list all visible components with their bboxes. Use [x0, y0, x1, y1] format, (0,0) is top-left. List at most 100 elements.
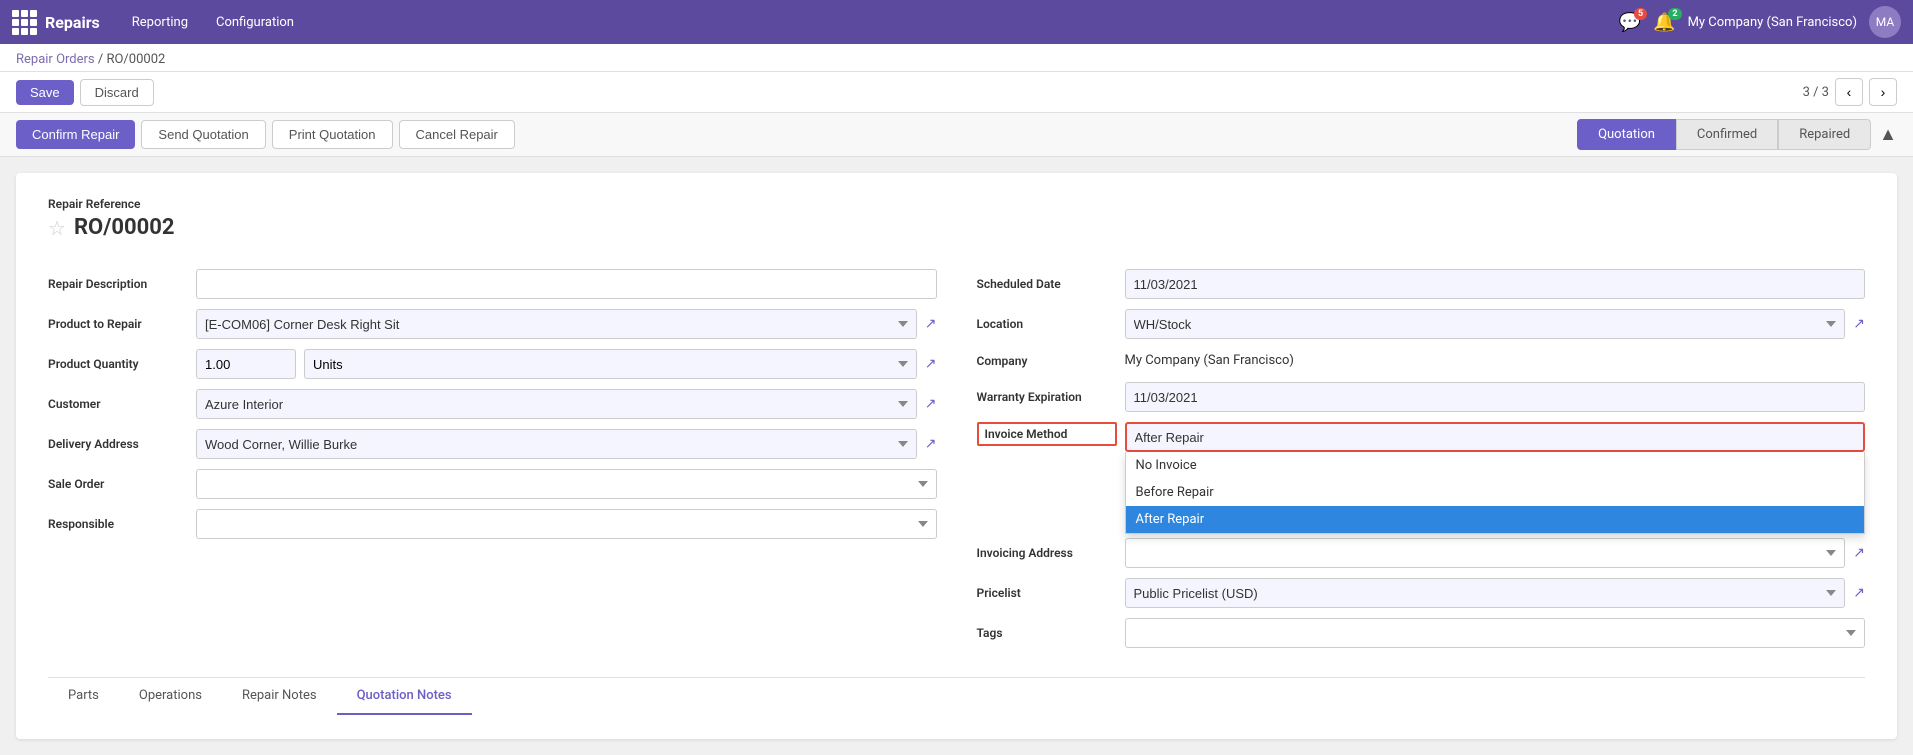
breadcrumb: Repair Orders / RO/00002: [16, 52, 1897, 67]
location-row: Location WH/Stock ↗: [977, 304, 1866, 344]
avatar-initials: MA: [1876, 15, 1894, 29]
print-quotation-button[interactable]: Print Quotation: [272, 120, 393, 149]
invoice-option-before-repair[interactable]: Before Repair: [1126, 479, 1865, 506]
company-name: My Company (San Francisco): [1688, 15, 1857, 30]
repair-reference-title: ☆ RO/00002: [48, 215, 1865, 240]
avatar[interactable]: MA: [1869, 6, 1901, 38]
pricelist-row: Pricelist Public Pricelist (USD) ↗: [977, 573, 1866, 613]
customer-label: Customer: [48, 397, 188, 411]
location-label: Location: [977, 317, 1117, 331]
scheduled-date-input[interactable]: [1125, 269, 1866, 299]
send-quotation-button[interactable]: Send Quotation: [141, 120, 265, 149]
favorite-star-icon[interactable]: ☆: [48, 216, 66, 240]
status-step-confirmed[interactable]: Confirmed: [1676, 119, 1778, 150]
pagination-next[interactable]: ›: [1869, 78, 1897, 106]
invoicing-address-external-link-icon[interactable]: ↗: [1853, 545, 1865, 561]
invoice-option-after-repair[interactable]: After Repair: [1126, 506, 1865, 533]
status-step-quotation[interactable]: Quotation: [1577, 119, 1676, 150]
status-steps: Quotation Confirmed Repaired ▲: [1577, 119, 1897, 150]
form-left-column: Repair Description Product to Repair [E-…: [48, 264, 937, 653]
app-brand[interactable]: Repairs: [12, 10, 100, 35]
form-right-column: Scheduled Date Location WH/Stock ↗ Compa…: [977, 264, 1866, 653]
navbar-menu: Reporting Configuration: [120, 9, 306, 36]
scroll-up-icon[interactable]: ▲: [1879, 124, 1897, 145]
breadcrumb-current: RO/00002: [106, 52, 165, 67]
confirm-repair-button[interactable]: Confirm Repair: [16, 120, 135, 149]
scheduled-date-row: Scheduled Date: [977, 264, 1866, 304]
responsible-label: Responsible: [48, 517, 188, 531]
tags-select[interactable]: [1125, 618, 1866, 648]
messages-badge: 2: [1668, 8, 1681, 20]
tab-repair-notes[interactable]: Repair Notes: [222, 678, 337, 715]
invoicing-address-row: Invoicing Address ↗: [977, 533, 1866, 573]
product-unit-select[interactable]: Units: [304, 349, 917, 379]
invoice-method-wrapper: After Repair No Invoice Before Repair Af…: [1125, 422, 1866, 452]
sale-order-row: Sale Order: [48, 464, 937, 504]
product-to-repair-select[interactable]: [E-COM06] Corner Desk Right Sit: [196, 309, 917, 339]
invoicing-address-select[interactable]: [1125, 538, 1846, 568]
repair-description-input[interactable]: [196, 269, 937, 299]
tab-parts[interactable]: Parts: [48, 678, 119, 715]
grid-icon: [12, 10, 37, 35]
delivery-address-select[interactable]: Wood Corner, Willie Burke: [196, 429, 917, 459]
status-step-repaired[interactable]: Repaired: [1778, 119, 1871, 150]
customer-row: Customer Azure Interior ↗: [48, 384, 937, 424]
delivery-address-label: Delivery Address: [48, 437, 188, 451]
responsible-select[interactable]: [196, 509, 937, 539]
messages-icon[interactable]: 🔔 2: [1653, 12, 1675, 33]
product-to-repair-label: Product to Repair: [48, 317, 188, 331]
customer-select[interactable]: Azure Interior: [196, 389, 917, 419]
tab-operations[interactable]: Operations: [119, 678, 222, 715]
invoice-method-select[interactable]: After Repair: [1125, 422, 1866, 452]
pricelist-external-link-icon[interactable]: ↗: [1853, 585, 1865, 601]
repair-reference-label: Repair Reference: [48, 197, 1865, 211]
customer-external-link-icon[interactable]: ↗: [925, 396, 937, 412]
invoicing-address-label: Invoicing Address: [977, 546, 1117, 560]
unit-external-link-icon[interactable]: ↗: [925, 356, 937, 372]
invoice-option-no-invoice[interactable]: No Invoice: [1126, 452, 1865, 479]
location-external-link-icon[interactable]: ↗: [1853, 316, 1865, 332]
repair-description-row: Repair Description: [48, 264, 937, 304]
product-to-repair-row: Product to Repair [E-COM06] Corner Desk …: [48, 304, 937, 344]
tags-row: Tags: [977, 613, 1866, 653]
pricelist-select[interactable]: Public Pricelist (USD): [1125, 578, 1846, 608]
form-card: Repair Reference ☆ RO/00002 Repair Descr…: [16, 173, 1897, 739]
notifications-icon[interactable]: 💬 5: [1619, 12, 1641, 33]
navbar-reporting[interactable]: Reporting: [120, 9, 200, 36]
sale-order-label: Sale Order: [48, 477, 188, 491]
pricelist-label: Pricelist: [977, 586, 1117, 600]
discard-button[interactable]: Discard: [80, 79, 154, 106]
form-grid: Repair Description Product to Repair [E-…: [48, 264, 1865, 653]
pagination-prev[interactable]: ‹: [1835, 78, 1863, 106]
breadcrumb-area: Repair Orders / RO/00002: [0, 44, 1913, 72]
product-external-link-icon[interactable]: ↗: [925, 316, 937, 332]
action-toolbar: Confirm Repair Send Quotation Print Quot…: [0, 113, 1913, 157]
invoice-method-label: Invoice Method: [977, 422, 1117, 446]
navbar-configuration[interactable]: Configuration: [204, 9, 306, 36]
notifications-badge: 5: [1634, 8, 1647, 20]
company-row: Company My Company (San Francisco): [977, 344, 1866, 377]
location-select[interactable]: WH/Stock: [1125, 309, 1846, 339]
warranty-expiration-input[interactable]: [1125, 382, 1866, 412]
tab-quotation-notes[interactable]: Quotation Notes: [337, 678, 472, 715]
save-button[interactable]: Save: [16, 80, 74, 105]
scheduled-date-label: Scheduled Date: [977, 277, 1117, 291]
cancel-repair-button[interactable]: Cancel Repair: [399, 120, 515, 149]
invoice-method-dropdown: No Invoice Before Repair After Repair: [1125, 452, 1866, 534]
app-name: Repairs: [45, 13, 100, 32]
repair-ref-number: RO/00002: [74, 215, 175, 240]
delivery-external-link-icon[interactable]: ↗: [925, 436, 937, 452]
pagination-label: 3 / 3: [1803, 85, 1829, 100]
tabs-area: Parts Operations Repair Notes Quotation …: [48, 677, 1865, 715]
sale-order-select[interactable]: [196, 469, 937, 499]
product-quantity-label: Product Quantity: [48, 357, 188, 371]
navbar: Repairs Reporting Configuration 💬 5 🔔 2 …: [0, 0, 1913, 44]
responsible-row: Responsible: [48, 504, 937, 544]
product-quantity-row: Product Quantity Units ↗: [48, 344, 937, 384]
breadcrumb-parent[interactable]: Repair Orders: [16, 52, 95, 67]
warranty-expiration-label: Warranty Expiration: [977, 390, 1117, 404]
company-label: Company: [977, 354, 1117, 368]
product-qty-input[interactable]: [196, 349, 296, 379]
warranty-expiration-row: Warranty Expiration: [977, 377, 1866, 417]
pagination: 3 / 3 ‹ ›: [1803, 78, 1897, 106]
